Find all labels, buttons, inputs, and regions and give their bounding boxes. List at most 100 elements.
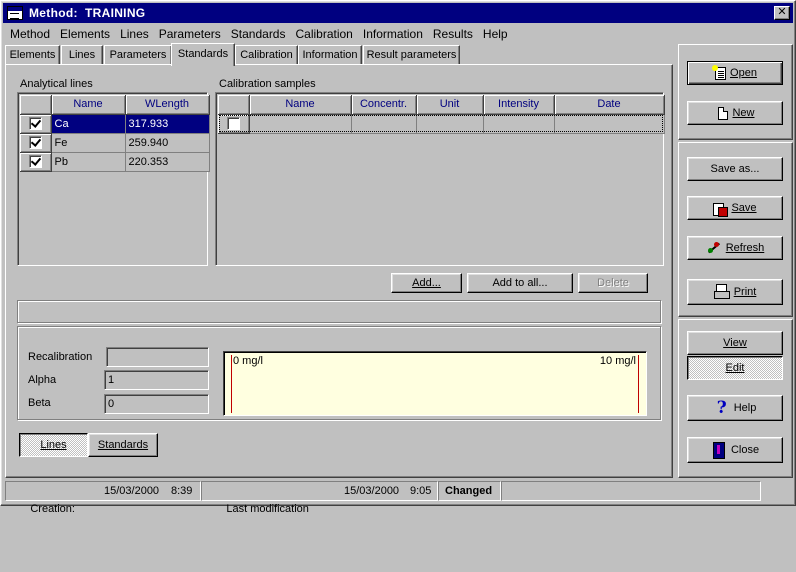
menu-lines[interactable]: Lines [115,25,154,43]
refresh-button[interactable]: Refresh [687,236,783,260]
row-checkbox-cell[interactable] [20,133,52,153]
row-checkbox[interactable] [28,117,42,130]
calibration-range-display: 0 mg/l 10 mg/l [223,351,647,416]
add-to-all-label: Add to all... [492,277,548,289]
tab-elements[interactable]: Elements [5,45,60,65]
view-button[interactable]: View [687,331,783,355]
help-label: Help [733,402,757,414]
view-label: View [723,337,747,349]
table-row[interactable]: Ca 317.933 [20,114,210,134]
creation-date: 15/03/2000 [104,485,160,497]
file-actions-group [678,44,793,140]
row-checkbox-cell[interactable] [218,114,250,134]
line-name-cell[interactable]: Pb [51,152,126,172]
modification-status: Last modification 15/03/2000 9:05 [201,481,438,515]
tab-standards[interactable]: Standards [171,43,235,66]
header-date[interactable]: Date [554,95,665,115]
recalibration-field[interactable] [106,347,209,367]
status-bar: Creation: 15/03/2000 8:39 Last modificat… [5,481,793,515]
header-intensity[interactable]: Intensity [483,95,555,115]
beta-label: Beta [28,397,51,409]
edit-label: Edit [725,362,745,374]
line-wlength-cell[interactable]: 259.940 [125,133,210,153]
line-wlength-cell[interactable]: 317.933 [125,114,210,134]
menu-elements[interactable]: Elements [55,25,115,43]
save-icon [713,201,729,217]
save-label: Save [731,202,757,214]
menu-parameters[interactable]: Parameters [154,25,226,43]
help-button[interactable]: ? Help [687,395,783,421]
calibration-samples-label: Calibration samples [219,78,316,90]
close-door-icon [711,442,727,459]
standards-toggle-label: Standards [97,439,149,451]
line-wlength-cell[interactable]: 220.353 [125,152,210,172]
close-button[interactable]: Close [687,437,783,463]
header-sample-name[interactable]: Name [249,95,352,115]
new-document-icon [718,106,729,120]
table-row[interactable]: Fe 259.940 [20,133,210,153]
printer-icon [713,284,730,300]
header-corner [218,95,250,115]
modification-time: 9:05 [410,485,432,497]
sample-concentration-cell[interactable] [351,114,417,134]
save-as-button[interactable]: Save as... [687,157,783,181]
window-close-button[interactable]: ✕ [774,6,790,20]
analytical-lines-table: Name WLength Ca 317.933 Fe 259.940 Pb 22… [20,95,210,172]
modification-date: 15/03/2000 [344,485,400,497]
header-unit[interactable]: Unit [416,95,484,115]
sample-name-cell[interactable] [249,114,352,134]
add-sample-label: Add... [412,277,441,289]
lines-toggle-label: Lines [40,439,67,451]
new-button[interactable]: New [687,101,783,125]
menu-method[interactable]: Method [5,25,55,43]
table-row[interactable]: Pb 220.353 [20,152,210,172]
calibration-samples-grid: Name Concentr. Unit Intensity Date [215,92,665,266]
table-row[interactable] [218,114,665,134]
edit-button[interactable]: Edit [687,356,783,380]
menu-results[interactable]: Results [428,25,478,43]
add-to-all-button[interactable]: Add to all... [467,273,573,293]
row-checkbox[interactable] [28,155,42,168]
recalibration-label: Recalibration [28,351,93,363]
calibration-samples-table: Name Concentr. Unit Intensity Date [218,95,665,134]
title-bar[interactable]: Method: TRAINING ✕ [3,3,793,23]
beta-field[interactable]: 0 [104,394,209,414]
tab-calibration[interactable]: Calibration [235,45,298,65]
row-checkbox-cell[interactable] [20,114,52,134]
row-checkbox-cell[interactable] [20,152,52,172]
menu-standards[interactable]: Standards [226,25,291,43]
tab-lines[interactable]: Lines [61,45,103,65]
menu-calibration[interactable]: Calibration [290,25,357,43]
window-app-icon[interactable] [7,6,23,20]
sample-date-cell[interactable] [554,114,665,134]
lines-toggle-button[interactable]: Lines [19,433,88,457]
row-checkbox[interactable] [28,136,42,149]
tab-result-parameters[interactable]: Result parameters [363,45,460,65]
refresh-label: Refresh [725,242,765,254]
header-wlength[interactable]: WLength [125,95,210,115]
open-button[interactable]: Open [687,61,783,85]
print-button[interactable]: Print [687,279,783,305]
standards-toggle-button[interactable]: Standards [88,433,158,457]
menu-bar: Method Elements Lines Parameters Standar… [5,25,513,43]
sample-intensity-cell[interactable] [483,114,555,134]
row-checkbox[interactable] [226,117,240,130]
add-sample-button[interactable]: Add... [391,273,462,293]
line-name-cell[interactable]: Ca [51,114,126,134]
sample-unit-cell[interactable] [416,114,484,134]
tab-parameters[interactable]: Parameters [104,45,172,65]
header-name[interactable]: Name [51,95,126,115]
tab-information[interactable]: Information [298,45,362,65]
menu-help[interactable]: Help [478,25,513,43]
menu-information[interactable]: Information [358,25,428,43]
info-strip [17,300,662,324]
header-concentration[interactable]: Concentr. [351,95,417,115]
line-name-cell[interactable]: Fe [51,133,126,153]
delete-sample-label: Delete [597,277,629,289]
header-corner [20,95,52,115]
range-min-marker [231,355,232,413]
delete-sample-button[interactable]: Delete [578,273,648,293]
alpha-field[interactable]: 1 [104,370,209,390]
save-button[interactable]: Save [687,196,783,220]
save-as-label: Save as... [710,163,760,175]
